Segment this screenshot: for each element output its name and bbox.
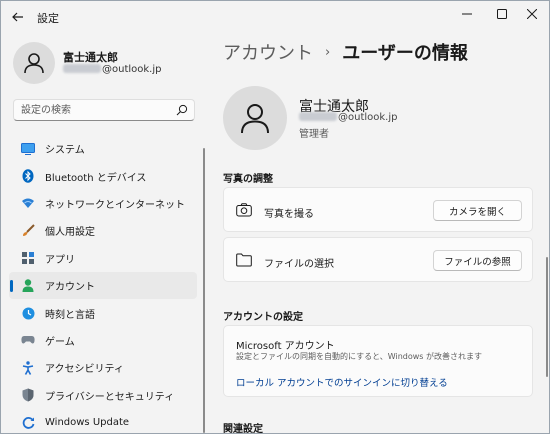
shield-icon <box>21 388 35 402</box>
sidebar-item-label: アカウント <box>45 282 95 294</box>
person-icon <box>24 53 44 74</box>
sidebar-item-apps[interactable]: アプリ <box>9 245 197 272</box>
search-input[interactable] <box>13 99 195 121</box>
choose-file-card: ファイルの選択 ファイルの参照 <box>223 237 533 282</box>
main-scrollbar[interactable] <box>546 257 548 377</box>
choose-file-label: ファイルの選択 <box>264 259 334 270</box>
maximize-button[interactable] <box>485 1 519 27</box>
sidebar-item-gaming[interactable]: ゲーム <box>9 327 197 354</box>
wifi-icon <box>21 196 35 210</box>
open-camera-button[interactable]: カメラを開く <box>433 200 522 221</box>
sidebar-item-system[interactable]: システム <box>9 135 197 162</box>
sidebar-item-label: アクセシビリティ <box>45 364 124 376</box>
microsoft-account-description: 設定とファイルの同期を自動的にすると、Windows が改善されます <box>236 352 483 361</box>
sidebar-item-label: 個人用設定 <box>45 227 95 239</box>
microsoft-account-card: Microsoft アカウント 設定とファイルの同期を自動的にすると、Windo… <box>223 325 533 397</box>
breadcrumb-parent-link[interactable]: アカウント <box>223 39 313 65</box>
section-title-photo: 写真の調整 <box>223 174 273 185</box>
accessibility-icon <box>21 361 35 375</box>
sidebar-item-label: プライバシーとセキュリティ <box>45 391 175 403</box>
sidebar-item-label: アプリ <box>45 254 75 266</box>
sidebar-item-time-language[interactable]: 時刻と言語 <box>9 299 197 326</box>
window-title: 設定 <box>37 12 59 25</box>
apps-icon <box>21 251 35 265</box>
title-bar: 設定 <box>1 1 549 33</box>
sidebar-item-windows-update[interactable]: Windows Update <box>9 409 197 433</box>
account-icon <box>21 279 35 293</box>
time-language-icon <box>21 306 35 320</box>
page-title: ユーザーの情報 <box>342 43 468 64</box>
sidebar-item-accounts[interactable]: アカウント <box>9 271 197 300</box>
sidebar-item-network[interactable]: ネットワークとインターネット <box>9 190 197 217</box>
sidebar-item-label: 時刻と言語 <box>45 309 95 321</box>
breadcrumb-separator: › <box>325 44 331 60</box>
maximize-icon <box>497 9 507 19</box>
profile-name: 富士通太郎 <box>63 51 118 64</box>
sidebar-item-label: ネットワークとインターネット <box>45 199 185 211</box>
profile-email: @outlook.jp <box>63 64 162 75</box>
minimize-icon <box>462 13 472 15</box>
person-icon <box>241 104 269 134</box>
system-icon <box>21 142 35 156</box>
sidebar-item-personalization[interactable]: 個人用設定 <box>9 217 197 244</box>
back-arrow-icon[interactable] <box>9 8 27 26</box>
redacted-email-part <box>299 112 337 121</box>
sidebar-nav: システム Bluetooth とデバイス ネットワークとインターネット 個人用設… <box>9 135 197 433</box>
user-role: 管理者 <box>299 129 329 140</box>
microsoft-account-title: Microsoft アカウント <box>236 341 335 352</box>
user-avatar <box>223 86 287 150</box>
paintbrush-icon <box>21 224 35 238</box>
sidebar-item-label: システム <box>45 145 85 157</box>
settings-window: 設定 富士通太郎 @outlook.jp システム Bluetooth とデバイ <box>0 0 550 434</box>
close-button[interactable] <box>515 1 549 27</box>
gamepad-icon <box>21 333 35 347</box>
camera-icon <box>236 203 252 217</box>
take-photo-card: 写真を撮る カメラを開く <box>223 187 533 232</box>
switch-to-local-account-link[interactable]: ローカル アカウントでのサインインに切り替える <box>236 375 448 389</box>
breadcrumb: アカウント › ユーザーの情報 <box>223 39 468 65</box>
sidebar-item-accessibility[interactable]: アクセシビリティ <box>9 354 197 381</box>
redacted-email-part <box>63 64 101 73</box>
sidebar-item-label: Windows Update <box>45 417 130 429</box>
section-title-account-settings: アカウントの設定 <box>223 312 303 323</box>
search-icon[interactable] <box>176 104 188 116</box>
sidebar-item-label: Bluetooth とデバイス <box>45 172 147 184</box>
sidebar-item-bluetooth[interactable]: Bluetooth とデバイス <box>9 162 197 189</box>
profile-avatar[interactable] <box>13 42 55 84</box>
browse-files-button[interactable]: ファイルの参照 <box>433 250 522 271</box>
bluetooth-icon <box>21 169 35 183</box>
close-icon <box>527 9 537 19</box>
sidebar-item-label: ゲーム <box>45 336 75 348</box>
minimize-button[interactable] <box>450 1 484 27</box>
folder-icon <box>236 253 252 267</box>
user-email: @outlook.jp <box>299 112 398 123</box>
sidebar-item-privacy[interactable]: プライバシーとセキュリティ <box>9 382 197 409</box>
take-photo-label: 写真を撮る <box>264 209 314 220</box>
section-title-related: 関連設定 <box>223 424 263 434</box>
windows-update-icon <box>21 416 35 430</box>
sidebar-scrollbar[interactable] <box>203 148 205 433</box>
